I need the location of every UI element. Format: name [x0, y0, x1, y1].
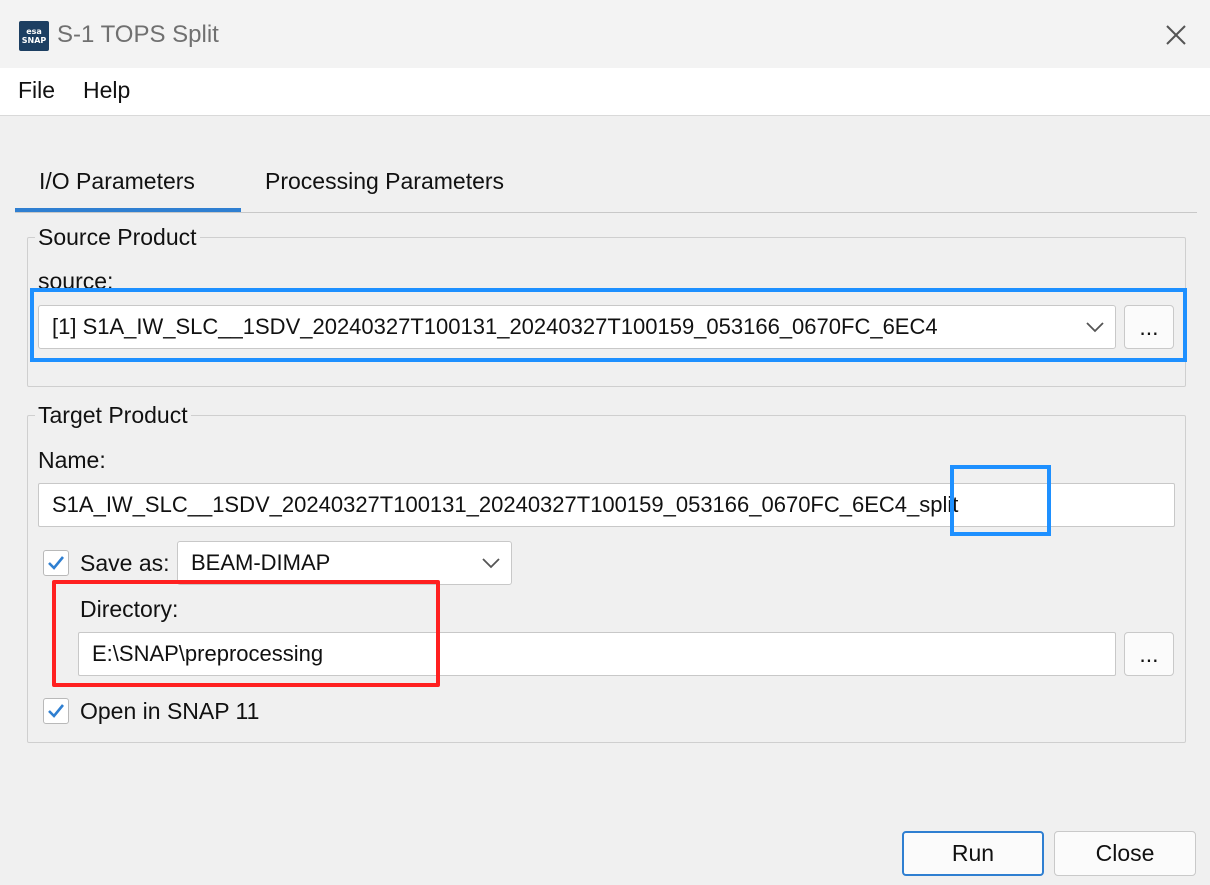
- tab-io-parameters[interactable]: I/O Parameters: [39, 168, 195, 195]
- title-bar: esa SNAP S-1 TOPS Split: [0, 0, 1210, 68]
- source-product-dropdown[interactable]: [1] S1A_IW_SLC__1SDV_20240327T100131_202…: [38, 305, 1116, 349]
- snap-app-icon: esa SNAP: [19, 21, 49, 51]
- save-format-dropdown[interactable]: BEAM-DIMAP: [177, 541, 512, 585]
- open-in-snap-label: Open in SNAP 11: [80, 698, 260, 724]
- open-in-snap-checkbox[interactable]: [43, 698, 69, 724]
- directory-label: Directory:: [80, 596, 179, 622]
- tab-processing-parameters[interactable]: Processing Parameters: [265, 168, 504, 195]
- save-format-value: BEAM-DIMAP: [191, 550, 331, 575]
- target-name-field[interactable]: S1A_IW_SLC__1SDV_20240327T100131_2024032…: [38, 483, 1175, 527]
- menu-bar: File Help: [0, 68, 1210, 116]
- name-label: Name:: [38, 447, 106, 473]
- run-button[interactable]: Run: [902, 831, 1044, 876]
- window-title: S-1 TOPS Split: [57, 21, 219, 48]
- target-product-title: Target Product: [35, 402, 191, 429]
- source-browse-button[interactable]: ...: [1124, 305, 1174, 349]
- chevron-down-icon: [1086, 322, 1104, 333]
- save-as-checkbox[interactable]: [43, 550, 69, 576]
- save-as-label: Save as:: [80, 550, 170, 576]
- menu-help[interactable]: Help: [83, 77, 130, 104]
- chevron-down-icon: [482, 558, 500, 569]
- tab-divider: [15, 212, 1197, 213]
- directory-value: E:\SNAP\preprocessing: [92, 641, 324, 666]
- source-label: source:: [38, 268, 114, 294]
- source-product-value: [1] S1A_IW_SLC__1SDV_20240327T100131_202…: [52, 314, 938, 339]
- checkmark-icon: [48, 556, 65, 570]
- directory-browse-button[interactable]: ...: [1124, 632, 1174, 676]
- close-window-icon[interactable]: [1160, 19, 1192, 51]
- source-product-title: Source Product: [35, 224, 200, 251]
- app-icon-esa-text: esa: [26, 27, 42, 36]
- menu-file[interactable]: File: [18, 77, 55, 104]
- app-icon-snap-text: SNAP: [21, 36, 47, 45]
- directory-field[interactable]: E:\SNAP\preprocessing: [78, 632, 1116, 676]
- close-button[interactable]: Close: [1054, 831, 1196, 876]
- checkmark-icon: [48, 704, 65, 718]
- target-name-value: S1A_IW_SLC__1SDV_20240327T100131_2024032…: [52, 492, 959, 517]
